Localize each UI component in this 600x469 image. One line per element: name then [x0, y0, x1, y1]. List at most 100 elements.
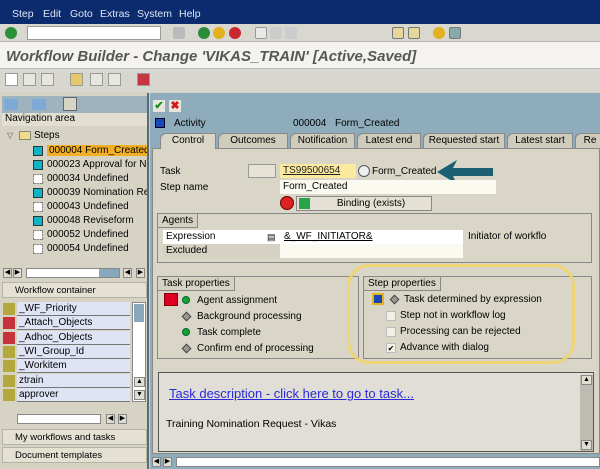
expand-icon[interactable]: ▽: [7, 131, 13, 140]
excluded-field[interactable]: [280, 244, 463, 258]
container-vertical-scrollbar[interactable]: ▲ ▼: [132, 302, 146, 402]
expression-description: Initiator of workflo: [468, 231, 547, 242]
scroll-left-icon[interactable]: ◀: [123, 268, 132, 278]
forward-arrow-icon[interactable]: [32, 99, 46, 110]
step-item[interactable]: 000034 Undefined: [2, 172, 147, 186]
my-workflows-section[interactable]: My workflows and tasks: [2, 429, 147, 445]
save-icon[interactable]: [173, 27, 185, 39]
menu-step[interactable]: Step: [12, 8, 34, 20]
create-session-icon[interactable]: [392, 27, 404, 39]
shortcut-icon[interactable]: [408, 27, 420, 39]
cancel-x-icon[interactable]: ✖: [169, 100, 181, 112]
tab-outcomes[interactable]: Outcomes: [218, 133, 288, 148]
test-icon[interactable]: [108, 73, 121, 86]
scroll-left-icon[interactable]: ◀: [3, 268, 12, 278]
excluded-label: Excluded: [166, 245, 208, 256]
step-name-field[interactable]: Form_Created: [280, 180, 496, 194]
layout-icon[interactable]: [449, 27, 461, 39]
container-element[interactable]: _Workitem: [2, 359, 130, 374]
container-element[interactable]: approver: [2, 387, 130, 402]
task-display-icon[interactable]: [248, 164, 276, 178]
step-item[interactable]: 000023 Approval for Nor: [2, 158, 147, 172]
scroll-up-icon[interactable]: ▲: [134, 377, 145, 387]
task-property-label: Confirm end of processing: [197, 343, 314, 354]
step-label: 000004 Form_Created: [47, 145, 147, 156]
container-element[interactable]: _WI_Group_Id: [2, 344, 130, 359]
agent-assignment-icon[interactable]: [164, 293, 178, 306]
container-element[interactable]: ztrain: [2, 373, 130, 388]
enter-icon[interactable]: [5, 27, 17, 39]
scroll-down-icon[interactable]: ▼: [134, 390, 145, 400]
tab-latest-end[interactable]: Latest end: [357, 133, 421, 148]
help-icon[interactable]: [433, 27, 445, 39]
task-field[interactable]: TS99500654: [280, 164, 356, 178]
tab-control[interactable]: Control: [160, 133, 216, 149]
value-help-icon[interactable]: ▤: [267, 232, 276, 243]
scroll-right-icon[interactable]: ▶: [163, 457, 172, 467]
container-element[interactable]: _WF_Priority: [2, 302, 130, 316]
stamp-icon[interactable]: [137, 73, 150, 86]
task-description-link[interactable]: Task description - click here to go to t…: [169, 386, 414, 401]
scroll-down-icon[interactable]: ▼: [581, 440, 592, 450]
step-item[interactable]: 000004 Form_Created: [2, 144, 147, 158]
activity-step-icon: [33, 146, 43, 156]
back-icon[interactable]: [198, 27, 210, 39]
step-item[interactable]: 000048 Reviseform: [2, 214, 147, 228]
binding-status-icon: [280, 196, 294, 210]
tab-notification[interactable]: Notification: [290, 133, 355, 148]
menu-extras[interactable]: Extras: [100, 8, 130, 20]
task-properties-header: Task properties: [158, 277, 235, 291]
menu-edit[interactable]: Edit: [43, 8, 61, 20]
scroll-left-icon[interactable]: ◀: [152, 457, 161, 467]
activate-icon[interactable]: [90, 73, 103, 86]
menu-goto[interactable]: Goto: [70, 8, 93, 20]
task-properties-group: Task properties Agent assignment Backgrou…: [157, 276, 359, 359]
command-field[interactable]: [27, 26, 161, 40]
container-element-label: _WF_Priority: [17, 302, 130, 316]
nav-horizontal-scrollbar[interactable]: [26, 268, 120, 278]
menu-bar: Step Edit Goto Extras System Help: [0, 0, 600, 24]
activity-step-icon: [33, 160, 43, 170]
container-horizontal-scrollbar[interactable]: [17, 414, 101, 424]
print-icon[interactable]: [255, 27, 267, 39]
edit-icon[interactable]: [41, 73, 54, 86]
binding-button[interactable]: Binding (exists): [296, 196, 432, 211]
cancel-icon[interactable]: [229, 27, 241, 39]
workflow-container-header[interactable]: Workflow container: [2, 282, 147, 298]
confirm-check-icon[interactable]: ✔: [153, 100, 165, 112]
tab-requested-start[interactable]: Requested start: [423, 133, 505, 148]
annotation-highlight-ring: [347, 264, 575, 364]
main-horizontal-scrollbar[interactable]: [176, 457, 600, 467]
new-icon[interactable]: [5, 73, 18, 86]
scroll-left-icon[interactable]: ◀: [106, 414, 115, 424]
scroll-right-icon[interactable]: ▶: [136, 268, 145, 278]
tab-latest-start[interactable]: Latest start: [507, 133, 573, 148]
document-templates-section[interactable]: Document templates: [2, 447, 147, 463]
window-title: Workflow Builder - Change 'VIKAS_TRAIN' …: [6, 48, 417, 65]
container-element[interactable]: _Adhoc_Objects: [2, 330, 130, 345]
container-element-label: _Adhoc_Objects: [17, 330, 130, 345]
step-item[interactable]: 000054 Undefined: [2, 242, 147, 256]
exit-icon[interactable]: [213, 27, 225, 39]
container-element[interactable]: _Attach_Objects: [2, 316, 130, 331]
find-next-icon[interactable]: [285, 27, 297, 39]
steps-folder[interactable]: ▽ Steps: [2, 129, 147, 143]
check-icon[interactable]: [70, 73, 83, 86]
step-item[interactable]: 000052 Undefined: [2, 228, 147, 242]
description-scrollbar[interactable]: ▲ ▼: [580, 375, 593, 451]
tree-structure-icon[interactable]: [63, 97, 77, 111]
back-arrow-icon[interactable]: [4, 99, 18, 110]
scroll-up-icon[interactable]: ▲: [581, 375, 592, 385]
scroll-right-icon[interactable]: ▶: [13, 268, 22, 278]
expression-value[interactable]: &_WF_INITIATOR&: [284, 231, 373, 242]
copy-icon[interactable]: [23, 73, 36, 86]
tab-re[interactable]: Re: [575, 133, 600, 148]
menu-system[interactable]: System: [137, 8, 172, 20]
step-item[interactable]: 000039 Nomination Rej: [2, 186, 147, 200]
find-icon[interactable]: [270, 27, 282, 39]
task-label: Task: [160, 166, 181, 177]
menu-help[interactable]: Help: [179, 8, 201, 20]
scroll-right-icon[interactable]: ▶: [118, 414, 127, 424]
task-refresh-icon[interactable]: [358, 165, 370, 177]
step-item[interactable]: 000043 Undefined: [2, 200, 147, 214]
